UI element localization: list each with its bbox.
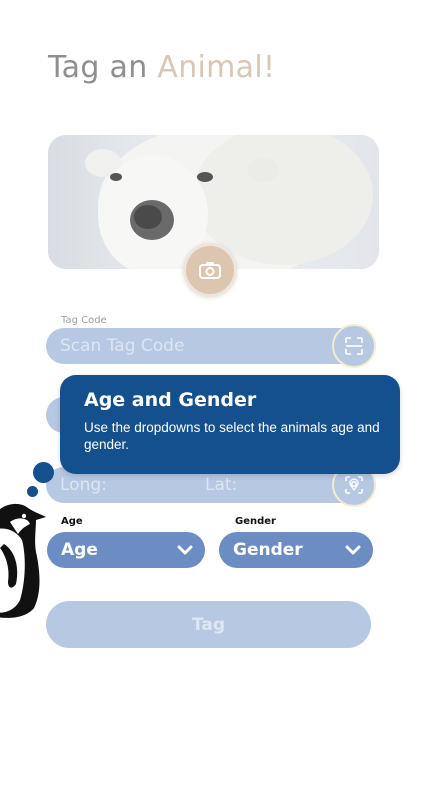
tag-code-label: Tag Code bbox=[61, 315, 107, 326]
chevron-down-icon bbox=[345, 545, 361, 555]
tag-code-input[interactable]: Scan Tag Code bbox=[46, 328, 376, 364]
thought-bubble-small bbox=[27, 486, 38, 497]
scan-icon bbox=[345, 337, 363, 355]
camera-button[interactable] bbox=[183, 243, 237, 297]
page-title: Tag an Animal! bbox=[48, 50, 275, 85]
scan-tag-button[interactable] bbox=[332, 324, 376, 368]
long-placeholder: Long: bbox=[60, 475, 107, 495]
penguin-icon bbox=[0, 503, 46, 618]
gender-dropdown[interactable]: Gender bbox=[219, 532, 373, 568]
title-part-1: Tag an bbox=[48, 50, 148, 85]
age-label: Age bbox=[61, 516, 83, 527]
tag-code-placeholder: Scan Tag Code bbox=[60, 336, 185, 356]
camera-icon bbox=[199, 262, 221, 279]
tag-button-label: Tag bbox=[191, 614, 226, 635]
tooltip-body: Use the dropdowns to select the animals … bbox=[84, 420, 380, 452]
lat-placeholder: Lat: bbox=[205, 475, 238, 495]
chevron-down-icon bbox=[177, 545, 193, 555]
gender-selected: Gender bbox=[233, 540, 303, 560]
location-scan-icon bbox=[345, 476, 363, 494]
thought-bubble-large bbox=[33, 462, 54, 483]
tutorial-tooltip: Age and Gender Use the dropdowns to sele… bbox=[60, 375, 400, 474]
tooltip-title: Age and Gender bbox=[84, 389, 257, 411]
age-selected: Age bbox=[61, 540, 98, 560]
tag-button[interactable]: Tag bbox=[46, 601, 371, 648]
title-part-2: Animal! bbox=[157, 50, 276, 85]
age-dropdown[interactable]: Age bbox=[47, 532, 205, 568]
gender-label: Gender bbox=[235, 516, 276, 527]
